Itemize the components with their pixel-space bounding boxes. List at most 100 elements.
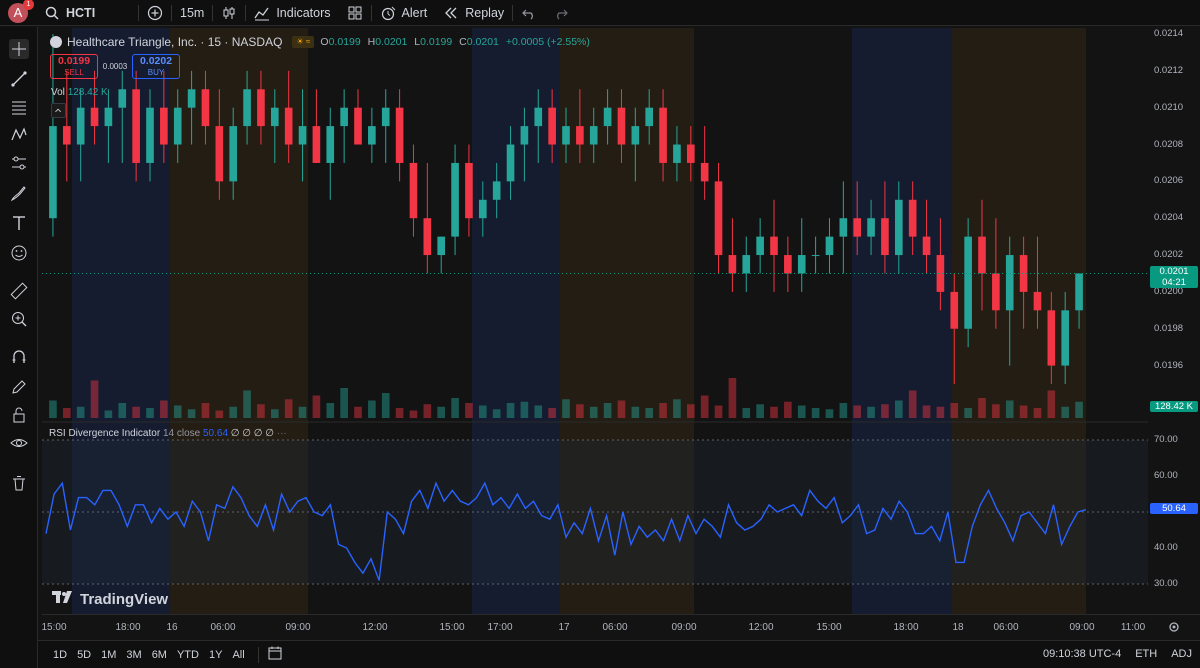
crosshair-icon (9, 39, 29, 59)
volume-bar (520, 401, 529, 418)
time-tick: 06:00 (210, 622, 236, 633)
candle-body (867, 218, 875, 237)
volume-bar (146, 408, 154, 418)
interval-button[interactable]: 15m (172, 0, 212, 26)
redo-button[interactable] (545, 0, 577, 26)
remove-drawings-tool[interactable] (9, 473, 29, 493)
volume-bar (562, 399, 570, 418)
rsi-legend[interactable]: RSI Divergence Indicator 14 close 50.64 … (49, 428, 287, 439)
emoji-tool[interactable] (9, 243, 29, 263)
candle-body (659, 107, 667, 163)
indicators-button[interactable]: Indicators (246, 0, 338, 26)
collapse-legend-button[interactable] (51, 103, 66, 118)
candle-body (714, 181, 723, 256)
range-button-5d[interactable]: 5D (72, 649, 96, 661)
sell-label: SELL (64, 68, 84, 77)
axis-settings-icon[interactable] (1167, 620, 1181, 637)
forecast-tool[interactable] (9, 153, 29, 173)
trend-line-tool[interactable] (9, 69, 29, 89)
candle-body (853, 218, 862, 237)
rsi-value: 50.64 (202, 428, 229, 439)
rsi-tick: 60.00 (1154, 470, 1178, 481)
sell-button[interactable]: 0.0199 SELL (50, 54, 98, 79)
replay-button[interactable]: Replay (435, 0, 512, 26)
symbol-logo-icon (50, 36, 62, 48)
volume-bar (312, 395, 321, 418)
price-axis[interactable]: 0.0214 0.0212 0.0210 0.0208 0.0206 0.0204 0.02… (1148, 28, 1200, 614)
volume-bar (728, 378, 737, 418)
candle-body (1005, 255, 1014, 311)
volume-bar (908, 390, 917, 418)
hide-drawings-tool[interactable] (9, 433, 29, 453)
volume-bar (118, 403, 127, 418)
symbol-search-button[interactable]: HCTI (36, 0, 138, 26)
range-button-3m[interactable]: 3M (121, 649, 146, 661)
clock[interactable]: 09:10:38 UTC-4 (1043, 648, 1121, 660)
candle-body (881, 218, 889, 256)
volume-bar (229, 406, 238, 418)
goto-date-icon[interactable] (267, 645, 283, 664)
range-button-ytd[interactable]: YTD (172, 649, 204, 661)
rsi-value-label: 50.64 (1150, 502, 1198, 514)
candle-body (978, 236, 986, 274)
candle-body (173, 107, 182, 145)
pattern-tool[interactable] (9, 125, 29, 145)
time-tick: 16 (166, 622, 178, 633)
chart-type-button[interactable] (213, 0, 245, 26)
candle-body (1075, 273, 1083, 311)
time-tick: 06:00 (993, 622, 1019, 633)
layouts-button[interactable] (339, 0, 371, 26)
candle-body (589, 126, 598, 145)
undo-button[interactable] (513, 0, 545, 26)
candle-body (673, 144, 681, 163)
candle-body (700, 162, 709, 182)
candle-body (908, 199, 917, 237)
redo-icon (553, 5, 569, 21)
time-axis[interactable]: 15:00 18:00 16 06:00 09:00 12:00 15:00 17:00 17 0… (41, 614, 1200, 640)
volume-bar (409, 410, 418, 418)
volume-bar (700, 395, 709, 418)
crosshair-tool[interactable] (9, 39, 29, 59)
range-button-1y[interactable]: 1Y (204, 649, 227, 661)
volume-bar (756, 404, 764, 418)
measure-tool[interactable] (9, 281, 29, 301)
candle-body (160, 107, 168, 145)
volume-bar (492, 409, 501, 418)
chart-canvas[interactable] (42, 28, 1148, 668)
user-avatar[interactable]: A 1 (8, 0, 34, 23)
rsi-tick: 30.00 (1154, 578, 1178, 589)
alert-label: Alert (401, 5, 428, 20)
range-button-6m[interactable]: 6M (147, 649, 172, 661)
range-button-1m[interactable]: 1M (96, 649, 121, 661)
range-button-1d[interactable]: 1D (48, 649, 72, 661)
buy-button[interactable]: 0.0202 BUY (132, 54, 180, 79)
candle-body (270, 107, 279, 127)
price-tick: 0.0198 (1154, 322, 1184, 334)
candle-body (90, 107, 99, 127)
range-button-all[interactable]: All (227, 649, 249, 661)
volume-bar (354, 406, 362, 418)
compare-button[interactable] (139, 0, 171, 26)
session-toggle[interactable]: ETH (1135, 648, 1157, 660)
lock-drawings-tool[interactable] (9, 405, 29, 425)
candle-body (1047, 310, 1056, 366)
drawing-toolbar (0, 27, 38, 668)
brush-tool[interactable] (9, 183, 29, 203)
volume-bar (839, 403, 848, 418)
zoom-tool[interactable] (9, 309, 29, 329)
stay-drawing-tool[interactable] (9, 377, 29, 397)
volume-bar (160, 400, 168, 418)
magnet-tool[interactable] (9, 347, 29, 367)
text-tool[interactable] (9, 213, 29, 233)
adjust-toggle[interactable]: ADJ (1171, 648, 1192, 660)
indicators-label: Indicators (276, 5, 331, 20)
fib-tool[interactable] (9, 97, 29, 117)
buy-price: 0.0202 (139, 55, 173, 67)
volume-legend[interactable]: Vol 128.42 K (51, 87, 108, 98)
volume-bar (270, 409, 279, 418)
price-and-rsi-plot[interactable] (42, 28, 1148, 614)
candle-body (243, 89, 251, 127)
alert-button[interactable]: Alert (372, 0, 436, 26)
more-dots-icon: ··· (276, 428, 287, 439)
volume-bar (797, 405, 806, 418)
